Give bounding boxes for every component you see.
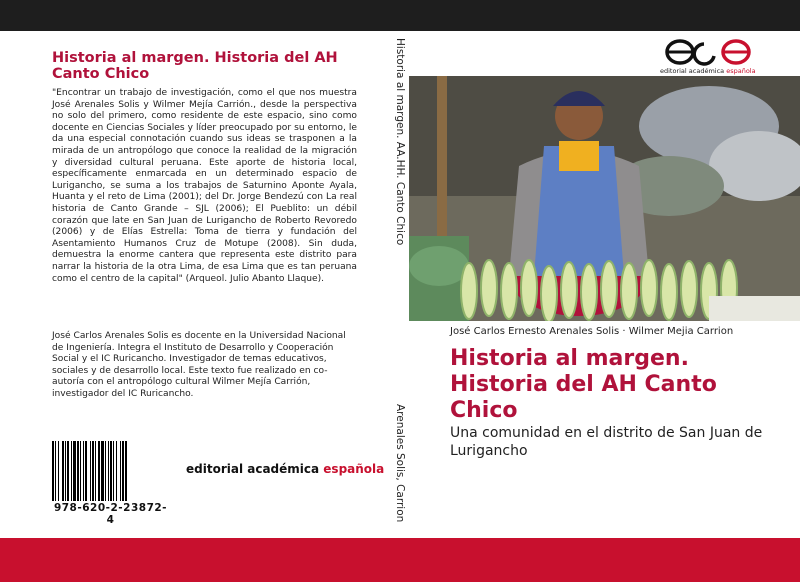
publisher-main: editorial académica	[186, 462, 324, 476]
bottom-band	[0, 538, 800, 582]
front-authors: José Carlos Ernesto Arenales Solis · Wil…	[450, 326, 734, 337]
logo-caption: editorial académica española	[660, 67, 756, 75]
logo-caption-main: editorial académica	[660, 67, 727, 75]
author-bio: José Carlos Arenales Solis es docente en…	[52, 331, 346, 399]
back-cover-title: Historia al margen. Historia del AH Cant…	[52, 50, 338, 82]
front-title: Historia al margen. Historia del AH Cant…	[450, 346, 717, 423]
top-band	[0, 0, 800, 31]
logo-caption-accent: española	[726, 67, 756, 75]
spine-authors: Arenales Solis, Carrion	[394, 404, 406, 523]
front-subtitle: Una comunidad en el distrito de San Juan…	[450, 425, 763, 459]
isbn-number: 978-620-2-23872-4	[53, 502, 168, 526]
spine-title: Historia al margen. AA.HH. Canto Chico	[394, 38, 406, 246]
publisher-accent: española	[323, 462, 385, 476]
barcode-bar	[127, 441, 128, 501]
back-cover-blurb: "Encontrar un trabajo de investigación, …	[52, 88, 357, 284]
barcode	[52, 441, 169, 501]
cover-photo	[409, 76, 800, 321]
publisher-name-back: editorial académica española	[186, 462, 384, 476]
